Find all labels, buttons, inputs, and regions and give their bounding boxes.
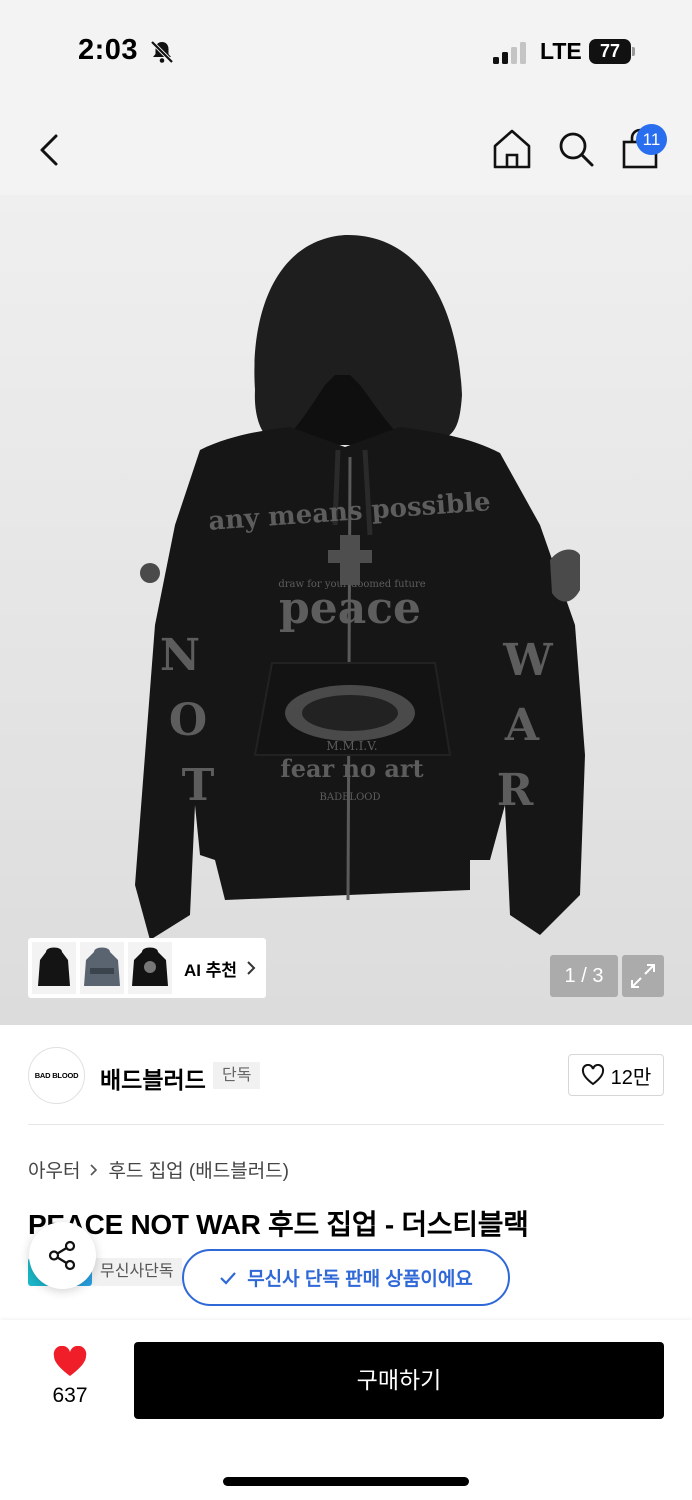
recommend-thumb-1[interactable] [32, 942, 76, 994]
heart-filled-icon [53, 1346, 87, 1376]
hoodie-print-o: O [169, 695, 207, 746]
wishlist-button[interactable]: 637 [40, 1346, 100, 1416]
breadcrumb-item-hood-zip[interactable]: 후드 집업 (배드블러드) [108, 1156, 289, 1183]
hoodie-print-a: A [504, 700, 540, 751]
exclusive-sale-toast: 무신사 단독 판매 상품이에요 [182, 1249, 510, 1306]
recommend-thumb-2[interactable] [80, 942, 124, 994]
back-chevron-icon[interactable] [30, 128, 70, 172]
ai-recommendation-label[interactable]: AI 추천 [184, 956, 237, 981]
image-page-counter: 1 / 3 [550, 955, 618, 997]
status-time: 2:03 [78, 34, 139, 66]
brand-like-button[interactable]: 12만 [568, 1054, 664, 1096]
heart-outline-icon [581, 1064, 604, 1086]
ai-recommendation-chip[interactable]: AI 추천 [28, 938, 266, 998]
recommend-thumb-3[interactable] [128, 942, 172, 994]
share-icon [48, 1240, 76, 1271]
hoodie-print-brand: BADBLOOD [320, 792, 381, 803]
battery-indicator: 77 [589, 39, 635, 64]
chevron-right-icon [247, 961, 256, 975]
brand-name[interactable]: 배드블러드 [100, 1061, 206, 1095]
hoodie-print-fear: fear no art [280, 754, 423, 783]
bell-slash-icon [150, 40, 174, 64]
hoodie-print-w: W [502, 635, 553, 686]
top-nav-bar [0, 100, 692, 195]
wishlist-count: 637 [52, 1384, 88, 1407]
breadcrumb: 아우터 후드 집업 (배드블러드) [28, 1156, 289, 1183]
battery-tip [632, 47, 635, 56]
exclusive-tag: 무신사단독 [92, 1258, 182, 1286]
product-title: PEACE NOT WAR 후드 집업 - 더스티블랙 [28, 1209, 529, 1240]
product-image-gallery[interactable]: any means possible draw for your doomed … [0, 195, 692, 1025]
brand-exclusive-tag: 단독 [213, 1062, 261, 1089]
breadcrumb-item-outer[interactable]: 아우터 [28, 1156, 80, 1183]
expand-icon[interactable] [622, 955, 664, 997]
battery-level: 77 [589, 39, 631, 64]
hoodie-print-n: N [160, 630, 200, 681]
brand-logo[interactable]: BAD BLOOD [28, 1047, 85, 1104]
hoodie-product-image[interactable]: any means possible draw for your doomed … [0, 195, 692, 1025]
brand-like-count: 12만 [610, 1066, 652, 1089]
hoodie-print-peace: peace [279, 583, 421, 634]
hoodie-print-t: T [182, 760, 215, 811]
hoodie-print-r: R [497, 765, 534, 816]
hoodie-print-mmiv: M.M.I.V. [326, 739, 377, 753]
cart-count-badge: 11 [636, 124, 667, 155]
home-indicator [223, 1477, 469, 1486]
status-bar: 2:03 LTE 77 [0, 0, 692, 100]
divider [28, 1124, 664, 1125]
check-icon [220, 1271, 237, 1285]
share-button[interactable] [29, 1222, 96, 1289]
chevron-right-icon [90, 1163, 98, 1176]
network-label: LTE [540, 38, 582, 64]
search-icon[interactable] [555, 127, 597, 171]
signal-icon [493, 42, 526, 64]
buy-button[interactable]: 구매하기 [134, 1342, 664, 1419]
toast-message: 무신사 단독 판매 상품이에요 [247, 1269, 473, 1290]
home-icon[interactable] [491, 127, 533, 171]
